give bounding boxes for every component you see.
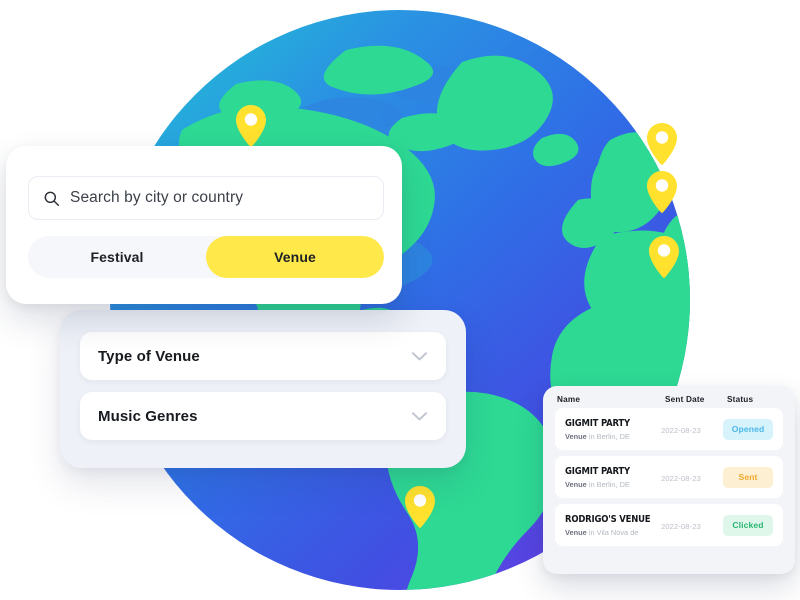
row-location: in Berlin, DE xyxy=(588,479,630,489)
status-badge: Sent xyxy=(723,466,773,488)
status-badge: Opened xyxy=(723,418,773,440)
filter-music-genres-label: Music Genres xyxy=(98,407,198,425)
row-date-cell: 2022-08-23 xyxy=(661,468,713,486)
row-title: GIGMIT PARTY xyxy=(565,465,630,477)
filter-music-genres[interactable]: Music Genres xyxy=(80,392,446,440)
status-badge: Clicked xyxy=(723,514,773,536)
chevron-down-icon xyxy=(411,411,428,420)
row-name-cell: GIGMIT PARTY Venue in Berlin, DE xyxy=(565,466,661,489)
row-type: Venue xyxy=(565,431,587,441)
map-pin-north-america-west[interactable] xyxy=(234,104,268,148)
column-header-status: Status xyxy=(727,394,754,404)
row-location: in Vila Nova de xyxy=(588,527,639,537)
row-subtitle: Venue in Berlin, DE xyxy=(565,480,661,489)
row-location: in Berlin, DE xyxy=(588,431,630,441)
table-header-row: Name Sent Date Status xyxy=(543,386,795,408)
table-row[interactable]: GIGMIT PARTY Venue in Berlin, DE 2022-08… xyxy=(555,456,783,498)
row-sent-date: 2022-08-23 xyxy=(661,474,701,483)
row-name-cell: GIGMIT PARTY Venue in Berlin, DE xyxy=(565,418,661,441)
column-header-sent-date: Sent Date xyxy=(665,394,705,404)
filter-type-of-venue-label: Type of Venue xyxy=(98,347,200,365)
toggle-option-venue-label: Venue xyxy=(274,249,316,265)
map-pin-united-kingdom[interactable] xyxy=(645,170,679,214)
row-title: GIGMIT PARTY xyxy=(565,417,630,429)
search-card: Search by city or country Festival Venue xyxy=(6,146,402,304)
row-status-cell: Sent xyxy=(713,466,773,488)
row-sent-date: 2022-08-23 xyxy=(661,426,701,435)
search-input[interactable]: Search by city or country xyxy=(28,176,384,220)
map-pin-south-america[interactable] xyxy=(403,485,437,529)
campaign-table-card: Name Sent Date Status GIGMIT PARTY Venue… xyxy=(543,386,795,574)
chevron-down-icon xyxy=(411,351,428,360)
search-icon xyxy=(44,191,60,206)
row-date-cell: 2022-08-23 xyxy=(661,420,713,438)
toggle-option-festival[interactable]: Festival xyxy=(28,236,206,278)
table-row[interactable]: GIGMIT PARTY Venue in Berlin, DE 2022-08… xyxy=(555,408,783,450)
filter-type-of-venue[interactable]: Type of Venue xyxy=(80,332,446,380)
toggle-option-venue[interactable]: Venue xyxy=(206,236,384,278)
filter-card: Type of Venue Music Genres xyxy=(60,310,466,468)
map-pin-iberia[interactable] xyxy=(647,235,681,279)
row-date-cell: 2022-08-23 xyxy=(661,516,713,534)
row-status-cell: Opened xyxy=(713,418,773,440)
row-title: RODRIGO'S VENUE xyxy=(565,513,651,525)
row-subtitle: Venue in Berlin, DE xyxy=(565,432,661,441)
table-row[interactable]: RODRIGO'S VENUE Venue in Vila Nova de 20… xyxy=(555,504,783,546)
row-status-cell: Clicked xyxy=(713,514,773,536)
row-subtitle: Venue in Vila Nova de xyxy=(565,528,661,537)
search-type-toggle: Festival Venue xyxy=(28,236,384,278)
scene-root: Search by city or country Festival Venue… xyxy=(0,0,800,600)
search-placeholder: Search by city or country xyxy=(70,189,244,206)
map-pin-north-atlantic[interactable] xyxy=(645,122,679,166)
row-type: Venue xyxy=(565,479,587,489)
row-sent-date: 2022-08-23 xyxy=(661,522,701,531)
row-name-cell: RODRIGO'S VENUE Venue in Vila Nova de xyxy=(565,514,661,537)
column-header-name: Name xyxy=(557,394,581,404)
toggle-option-festival-label: Festival xyxy=(90,249,144,265)
row-type: Venue xyxy=(565,527,587,537)
